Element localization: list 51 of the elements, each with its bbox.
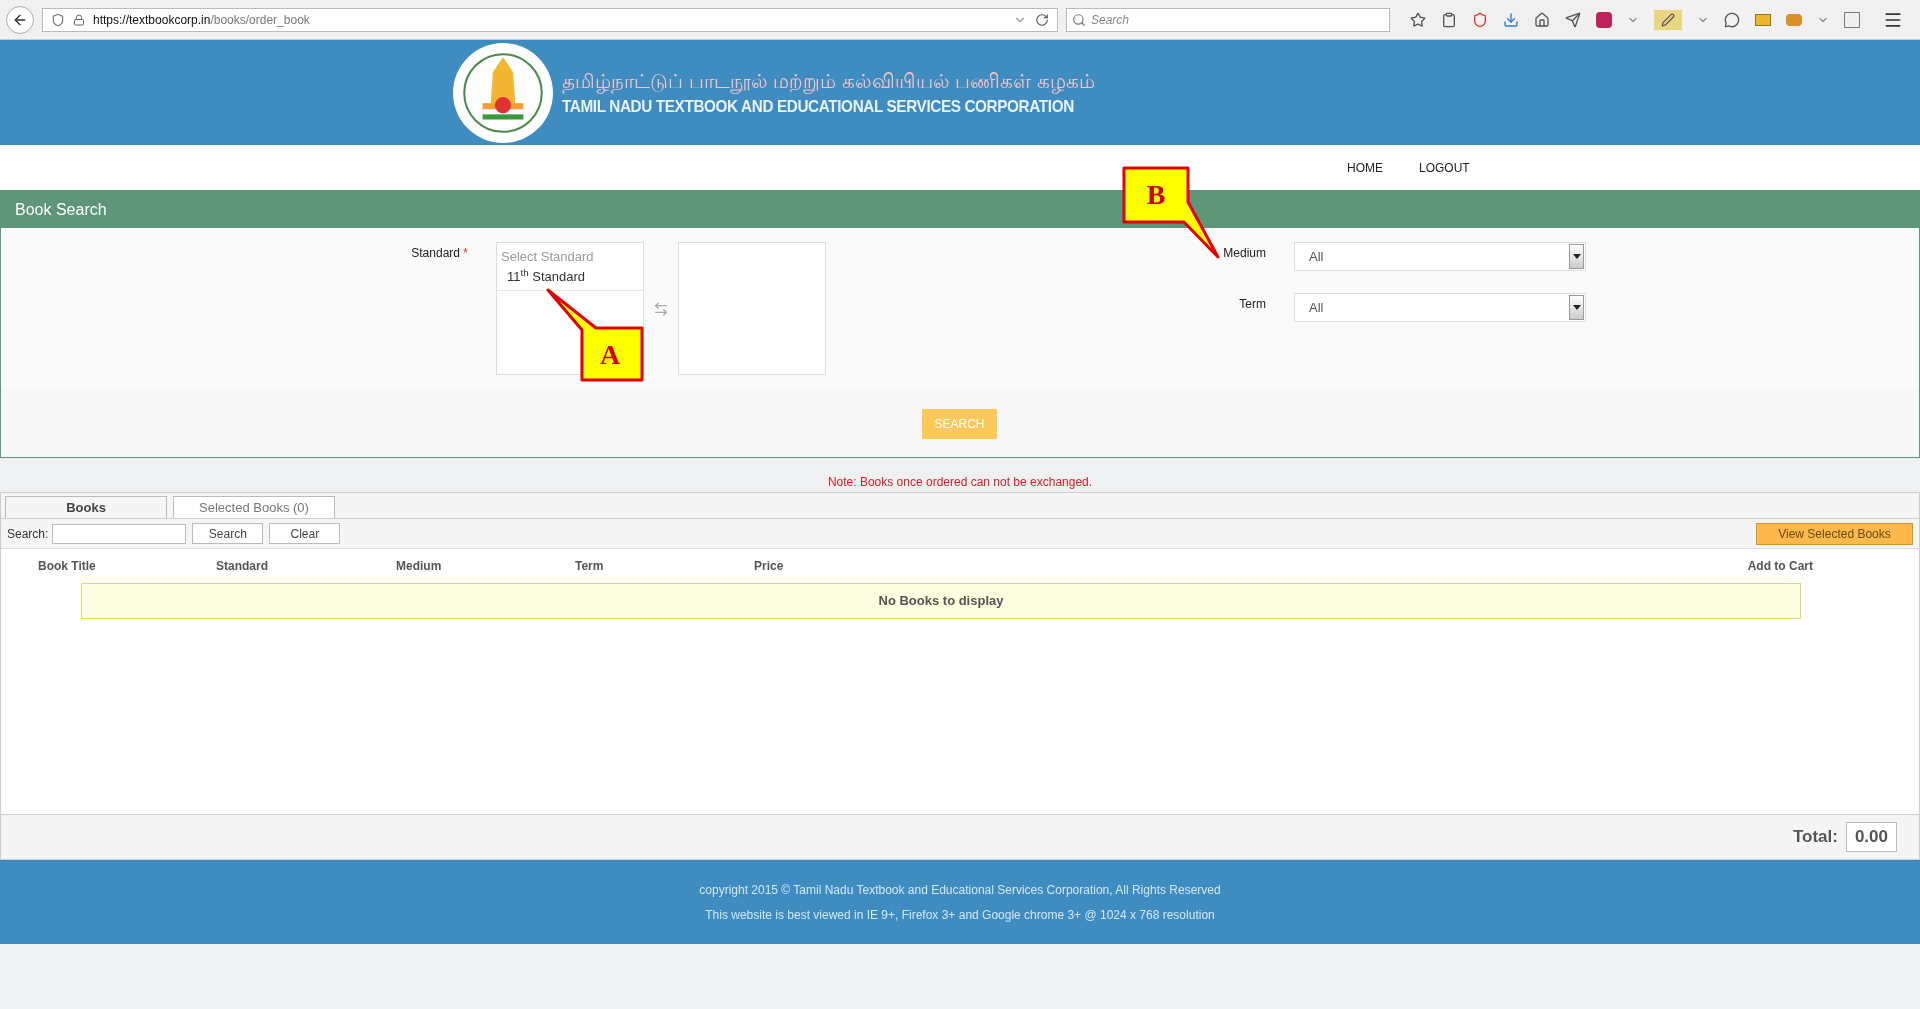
note-text: Note: Books once ordered can not be exchanged.	[827, 474, 1093, 491]
dropdown-select[interactable]: All	[1294, 242, 1586, 271]
bookmark-star-icon[interactable]	[1410, 11, 1426, 28]
field-label: Medium	[1222, 245, 1266, 262]
caret-icon	[1572, 305, 1581, 310]
total-label: Total:	[1792, 826, 1838, 849]
transfer-icon[interactable]	[653, 301, 669, 317]
nav-link[interactable]: LOGOUT	[1419, 158, 1470, 177]
footer-text: copyright 2015 © Tamil Nadu Textbook and Educational Services Corporation, All Rights Reserved	[699, 881, 1221, 899]
extension-icon[interactable]	[1596, 11, 1612, 28]
column-header: Price	[754, 559, 784, 573]
column-header: Add to Cart	[1747, 559, 1813, 573]
list-option[interactable]: 11$^{th}$ Standard	[497, 266, 643, 291]
dropdown-select[interactable]: All	[1294, 293, 1586, 322]
caret-icon	[1572, 254, 1581, 259]
tab[interactable]: Selected Books (0)	[173, 496, 335, 518]
reading-list-icon[interactable]	[1441, 11, 1457, 28]
browser-search-field[interactable]: Search	[1066, 7, 1390, 32]
column-header: Book Title	[38, 559, 96, 573]
column-header: Medium	[396, 559, 442, 573]
reload-icon[interactable]	[1035, 12, 1049, 27]
address-bar[interactable]: https://textbookcorp.in/books/order_book	[42, 7, 1058, 32]
lock-icon[interactable]	[73, 13, 85, 26]
send-icon[interactable]	[1565, 11, 1581, 28]
view-selected-button[interactable]: View Selected Books	[1756, 522, 1913, 545]
panel-title: Book Search	[15, 199, 107, 220]
back-button[interactable]	[6, 5, 34, 34]
pen-tool-icon[interactable]	[1654, 9, 1682, 30]
search-label: Search:	[7, 525, 49, 543]
url-text: https://textbookcorp.in/books/order_book	[93, 11, 311, 29]
header-title-english: TAMIL NADU TEXTBOOK AND EDUCATIONAL SERVICES CORPORATION	[562, 95, 1074, 118]
column-header: Standard	[216, 559, 268, 573]
footer-text: This website is best viewed in IE 9+, Firefox 3+ and Google chrome 3+ @ 1024 x 768 resolution	[705, 906, 1215, 924]
home-icon[interactable]	[1534, 11, 1550, 28]
download-icon[interactable]	[1503, 11, 1519, 28]
extension-icon[interactable]	[1786, 13, 1802, 26]
nav-link[interactable]: HOME	[1347, 158, 1383, 177]
total-value: 0.00	[1845, 822, 1897, 852]
table-search-button[interactable]: Clear	[269, 523, 341, 544]
search-icon	[1072, 12, 1086, 27]
tab[interactable]: Books	[5, 496, 167, 518]
column-header: Term	[575, 559, 604, 573]
empty-message: No Books to display	[878, 592, 1004, 611]
search-field[interactable]	[52, 523, 187, 544]
extension-icon[interactable]	[1844, 11, 1860, 28]
header-title-tamil: தமிழ்நாட்டுப் பாடநூல் மற்றும் கல்வியியல் பணிகள் கழகம்	[562, 68, 1096, 94]
chat-icon[interactable]	[1724, 11, 1740, 28]
field-label: Standard *	[411, 246, 468, 260]
table-search-button[interactable]: Search	[192, 523, 264, 544]
field-label: Term	[1238, 296, 1266, 313]
shield-icon[interactable]	[51, 12, 65, 27]
